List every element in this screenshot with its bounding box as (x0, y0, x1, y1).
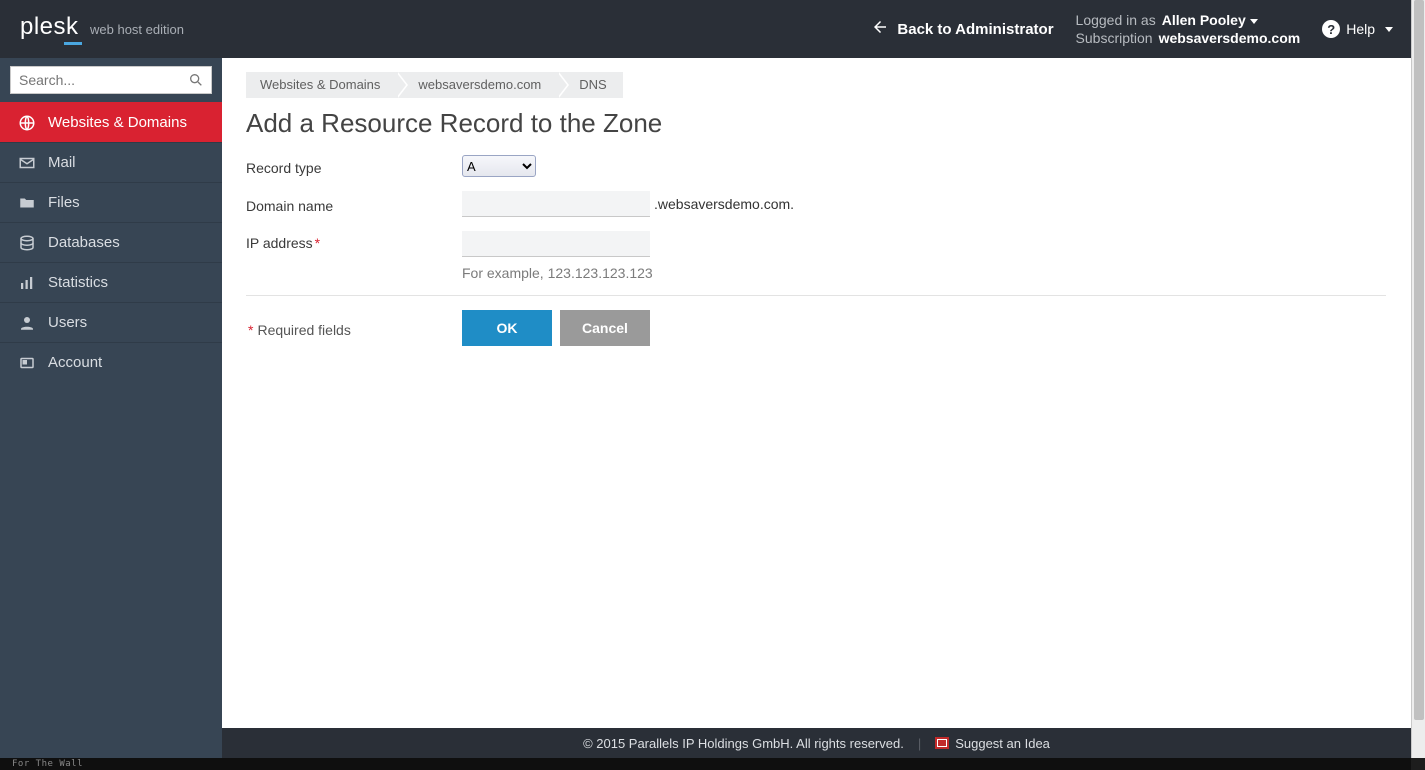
database-icon (18, 234, 36, 252)
sidebar-item-databases[interactable]: Databases (0, 222, 222, 262)
sidebar-item-users[interactable]: Users (0, 302, 222, 342)
globe-icon (18, 114, 36, 132)
sidebar-item-files[interactable]: Files (0, 182, 222, 222)
mail-icon (18, 154, 36, 172)
logo-text: plesk (20, 13, 79, 40)
sidebar-item-statistics[interactable]: Statistics (0, 262, 222, 302)
ip-address-input[interactable] (462, 231, 650, 257)
back-to-admin-label: Back to Administrator (897, 21, 1053, 38)
subscription-label: Subscription (1076, 29, 1153, 47)
topbar: plesk web host edition Back to Administr… (0, 0, 1411, 58)
record-type-select[interactable]: A (462, 155, 536, 177)
ip-address-label: IP address* (246, 231, 462, 251)
browser-scrollbar[interactable] (1411, 0, 1425, 758)
sidebar-item-account[interactable]: Account (0, 342, 222, 382)
sidebar-item-label: Account (48, 354, 102, 371)
logged-in-as-label: Logged in as (1076, 11, 1156, 29)
ip-address-hint: For example, 123.123.123.123 (462, 265, 653, 281)
back-arrow-icon (871, 18, 889, 40)
domain-name-label: Domain name (246, 194, 462, 214)
chevron-down-icon (1385, 27, 1393, 32)
back-to-admin-link[interactable]: Back to Administrator (871, 18, 1053, 40)
search-input[interactable] (19, 72, 181, 88)
chevron-down-icon (1250, 19, 1258, 24)
folder-icon (18, 194, 36, 212)
sidebar-item-label: Statistics (48, 274, 108, 291)
dns-record-form: Record type A Domain name .websaversdemo… (246, 155, 1386, 346)
form-divider (246, 295, 1386, 296)
sidebar: Websites & Domains Mail Files Databases Stat… (0, 58, 222, 758)
scrollbar-thumb[interactable] (1414, 0, 1424, 720)
bottom-strip: For The Wall (0, 758, 1411, 770)
footer-copyright: © 2015 Parallels IP Holdings GmbH. All r… (583, 736, 904, 751)
stats-icon (18, 274, 36, 292)
breadcrumb: Websites & Domainswebsaversdemo.comDNS (246, 72, 1387, 98)
flag-icon (935, 737, 949, 749)
help-icon: ? (1322, 20, 1340, 38)
sidebar-item-websites-domains[interactable]: Websites & Domains (0, 102, 222, 142)
help-menu[interactable]: ? Help (1322, 20, 1393, 38)
main: Websites & Domainswebsaversdemo.comDNS A… (222, 58, 1411, 758)
brand-edition: web host edition (90, 22, 184, 37)
user-block: Logged in as Allen Pooley Subscription w… (1076, 11, 1301, 47)
sidebar-item-label: Users (48, 314, 87, 331)
breadcrumb-item[interactable]: websaversdemo.com (396, 72, 557, 98)
user-name[interactable]: Allen Pooley (1162, 11, 1258, 29)
help-label: Help (1346, 21, 1375, 37)
sidebar-item-label: Files (48, 194, 80, 211)
breadcrumb-item[interactable]: Websites & Domains (246, 72, 396, 98)
sidebar-item-label: Websites & Domains (48, 114, 187, 131)
record-type-label: Record type (246, 156, 462, 176)
suggest-idea-link[interactable]: Suggest an Idea (935, 736, 1050, 751)
domain-name-input[interactable] (462, 191, 650, 217)
sidebar-item-label: Databases (48, 234, 120, 251)
logo-underline (64, 42, 82, 45)
sidebar-item-label: Mail (48, 154, 76, 171)
domain-suffix: .websaversdemo.com. (654, 196, 794, 212)
required-fields-note: *Required fields (246, 318, 462, 338)
footer-separator: | (918, 736, 921, 751)
user-icon (18, 314, 36, 332)
footer: © 2015 Parallels IP Holdings GmbH. All r… (222, 728, 1411, 758)
page-title: Add a Resource Record to the Zone (246, 108, 1387, 139)
ok-button[interactable]: OK (462, 310, 552, 346)
search-button[interactable] (183, 68, 209, 92)
account-icon (18, 354, 36, 372)
cancel-button[interactable]: Cancel (560, 310, 650, 346)
sidebar-search (0, 58, 222, 102)
brand: plesk web host edition (0, 0, 222, 58)
sidebar-item-mail[interactable]: Mail (0, 142, 222, 182)
subscription-value[interactable]: websaversdemo.com (1159, 29, 1301, 47)
